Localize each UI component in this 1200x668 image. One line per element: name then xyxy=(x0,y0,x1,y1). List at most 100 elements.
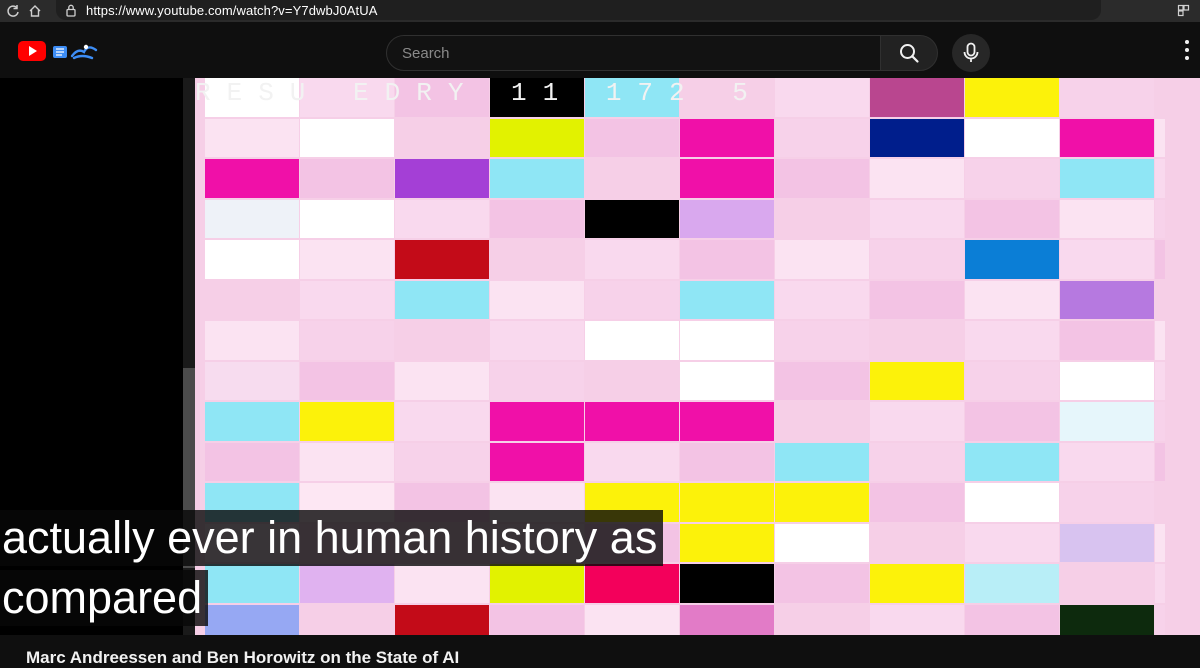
glitch-tile xyxy=(585,199,679,238)
glitch-tile xyxy=(1060,240,1154,279)
glitch-tile xyxy=(395,564,489,603)
glitch-tile xyxy=(1060,280,1154,319)
video-title[interactable]: Marc Andreessen and Ben Horowitz on the … xyxy=(26,648,459,668)
glitch-tile xyxy=(870,280,964,319)
glitch-tile xyxy=(205,199,299,238)
glitch-tile xyxy=(775,321,869,360)
glitch-tile xyxy=(1155,240,1165,279)
glitch-tile xyxy=(585,159,679,198)
glitch-tile xyxy=(395,442,489,481)
voice-search-button[interactable] xyxy=(952,34,990,72)
glitch-tile xyxy=(300,442,394,481)
search-input[interactable] xyxy=(402,44,862,62)
glitch-tile xyxy=(1060,321,1154,360)
glitch-tile xyxy=(1155,78,1165,117)
glitch-tile xyxy=(1155,402,1165,441)
glitch-tile xyxy=(775,604,869,635)
url-text[interactable]: https://www.youtube.com/watch?v=Y7dwbJ0A… xyxy=(86,3,378,18)
glitch-tile xyxy=(1060,118,1154,157)
glitch-tile xyxy=(1060,199,1154,238)
glitch-tile xyxy=(1060,361,1154,400)
browser-toolbar: https://www.youtube.com/watch?v=Y7dwbJ0A… xyxy=(0,0,1200,22)
glitch-tile xyxy=(1060,604,1154,635)
video-player[interactable]: RESU EDRY 11 172 5 actually ever in huma… xyxy=(0,78,1200,635)
glitch-tile xyxy=(680,402,774,441)
glitch-tile xyxy=(205,240,299,279)
glitch-tile xyxy=(870,483,964,522)
glitch-tile xyxy=(585,280,679,319)
glitch-tile xyxy=(775,483,869,522)
glitch-tile xyxy=(300,280,394,319)
glitch-tile xyxy=(395,321,489,360)
glitch-tile xyxy=(395,361,489,400)
glitch-tile xyxy=(1060,402,1154,441)
glitch-tile xyxy=(205,280,299,319)
frame-overlay-text: RESU EDRY 11 172 5 xyxy=(195,78,764,108)
glitch-tile xyxy=(300,402,394,441)
search-box[interactable] xyxy=(386,35,881,71)
glitch-tile xyxy=(680,564,774,603)
search-icon xyxy=(900,44,919,63)
glitch-tile xyxy=(1155,523,1165,562)
glitch-tile xyxy=(490,199,584,238)
glitch-tile xyxy=(965,78,1059,117)
glitch-tile xyxy=(775,118,869,157)
glitch-tile xyxy=(490,280,584,319)
more-vertical-icon[interactable] xyxy=(1176,36,1198,76)
extensions-icon[interactable] xyxy=(1172,0,1194,20)
home-icon[interactable] xyxy=(24,0,46,22)
glitch-tile xyxy=(870,78,964,117)
glitch-tile xyxy=(775,564,869,603)
glitch-tile xyxy=(870,604,964,635)
glitch-tile xyxy=(1060,483,1154,522)
glitch-tile xyxy=(205,361,299,400)
glitch-tile xyxy=(1155,118,1165,157)
glitch-tile xyxy=(1155,361,1165,400)
glitch-tile xyxy=(1155,564,1165,603)
glitch-tile xyxy=(395,604,489,635)
search-button[interactable] xyxy=(880,35,938,71)
address-bar[interactable]: https://www.youtube.com/watch?v=Y7dwbJ0A… xyxy=(56,0,1189,20)
glitch-tile xyxy=(680,361,774,400)
glitch-tile xyxy=(965,159,1059,198)
glitch-tile xyxy=(965,523,1059,562)
glitch-tile xyxy=(1155,483,1165,522)
glitch-tile xyxy=(490,564,584,603)
glitch-tile xyxy=(205,604,299,635)
glitch-tile xyxy=(205,442,299,481)
glitch-tile xyxy=(490,321,584,360)
glitch-tile xyxy=(870,564,964,603)
glitch-tile xyxy=(680,604,774,635)
youtube-logo-icon[interactable] xyxy=(18,41,46,61)
glitch-tile xyxy=(775,78,869,117)
glitch-tile xyxy=(1155,321,1165,360)
reload-icon[interactable] xyxy=(2,0,24,22)
glitch-tile xyxy=(775,402,869,441)
glitch-tile xyxy=(680,280,774,319)
glitch-tile xyxy=(870,321,964,360)
glitch-tile xyxy=(680,523,774,562)
glitch-tile xyxy=(680,483,774,522)
caption-line-2: compared xyxy=(0,570,209,626)
glitch-tile xyxy=(680,321,774,360)
glitch-tile xyxy=(395,199,489,238)
glitch-tile xyxy=(300,604,394,635)
glitch-tile xyxy=(870,199,964,238)
glitch-tile xyxy=(965,280,1059,319)
glitch-tile xyxy=(680,159,774,198)
glitch-tile xyxy=(205,159,299,198)
glitch-tile xyxy=(775,361,869,400)
site-info-icon[interactable] xyxy=(60,0,82,20)
glitch-tile xyxy=(1060,564,1154,603)
glitch-tile xyxy=(965,199,1059,238)
glitch-tile xyxy=(1060,523,1154,562)
glitch-tile xyxy=(870,442,964,481)
glitch-tile xyxy=(300,564,394,603)
caption-line-1: actually ever in human history as xyxy=(0,510,664,566)
glitch-tile xyxy=(1060,78,1154,117)
glitch-tile xyxy=(775,159,869,198)
glitch-tile xyxy=(870,159,964,198)
youtube-doodle-icon[interactable] xyxy=(52,40,100,62)
glitch-tile xyxy=(300,321,394,360)
glitch-tile xyxy=(300,361,394,400)
